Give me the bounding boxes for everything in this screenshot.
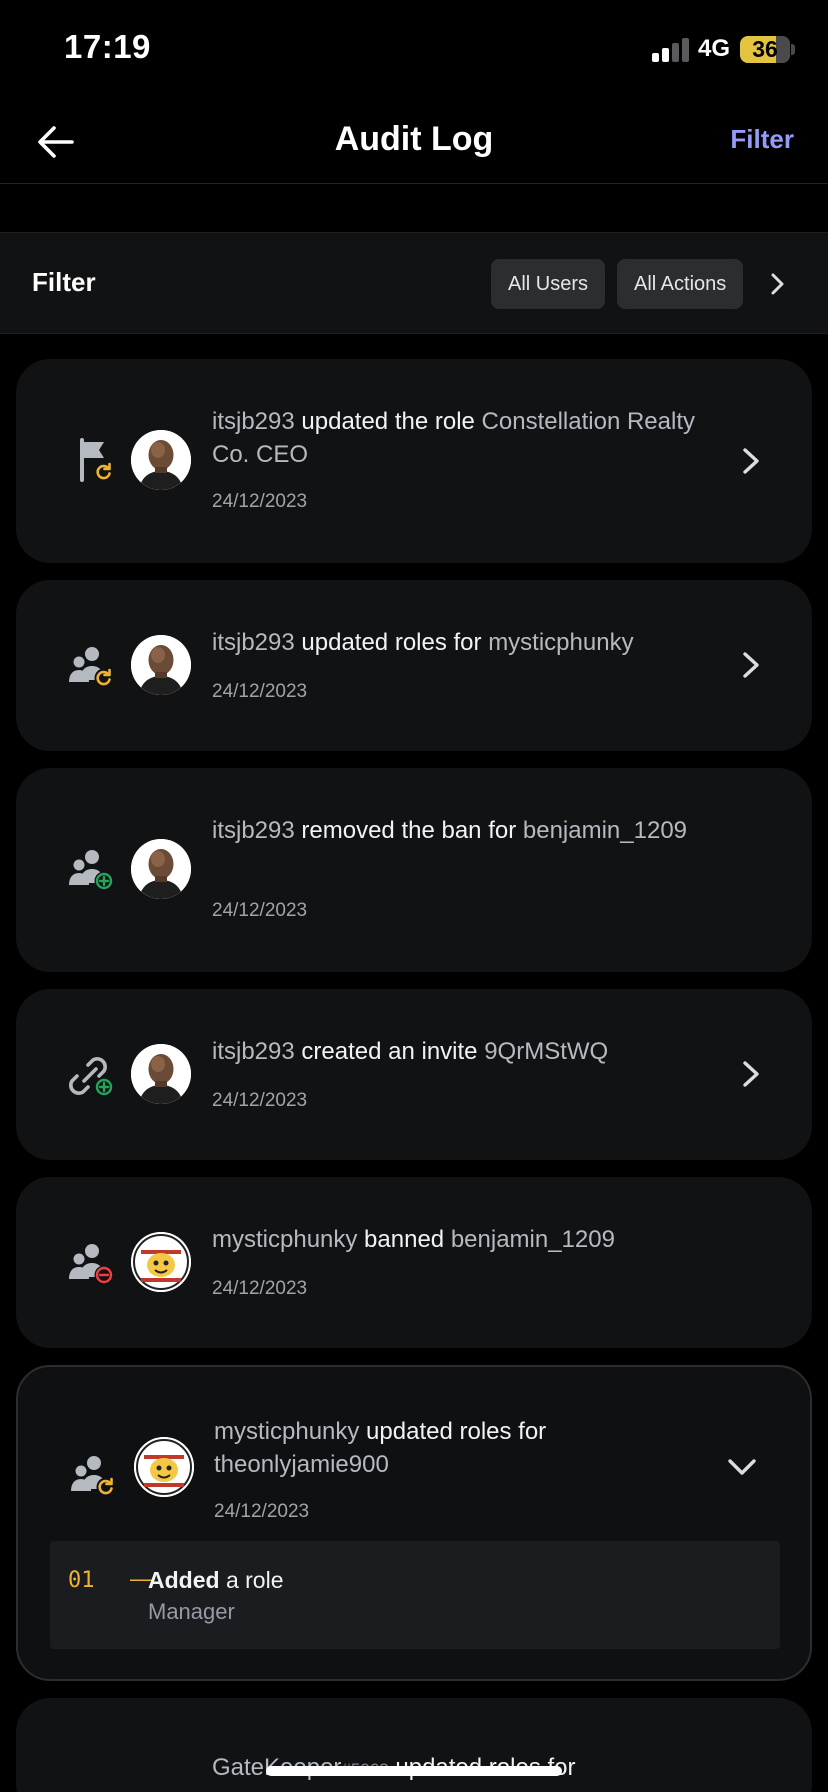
- member-role-update-icon: [71, 1456, 116, 1497]
- avatar[interactable]: [131, 430, 191, 490]
- action-text: updated roles for: [359, 1418, 547, 1445]
- avatar-image: [131, 1044, 191, 1104]
- status-time: 17:19: [64, 28, 151, 65]
- target-name[interactable]: mysticphunky: [488, 629, 633, 656]
- avatar-image: [131, 430, 191, 490]
- entry-date: 24/12/2023: [212, 1278, 308, 1299]
- entry-date: 24/12/2023: [212, 681, 308, 702]
- home-indicator[interactable]: [266, 1766, 562, 1776]
- action-text: updated roles for: [294, 629, 489, 656]
- entry-text: itsjb293 created an invite 9QrMStWQ: [212, 1035, 702, 1068]
- entry-text: itsjb293 updated roles for mysticphunky: [212, 626, 702, 659]
- action-text: updated the role: [294, 408, 482, 435]
- battery-cap: [791, 44, 795, 55]
- avatar[interactable]: [131, 1044, 191, 1104]
- avatar[interactable]: [131, 839, 191, 899]
- audit-log-entry[interactable]: GateKeeper#5963 updated roles for: [16, 1698, 812, 1792]
- entry-date: 24/12/2023: [214, 1501, 310, 1522]
- change-value: Manager: [148, 1599, 235, 1624]
- audit-log-entry-expanded[interactable]: mysticphunky updated roles for theonlyja…: [16, 1365, 812, 1681]
- navigation-bar: Audit Log Filter: [0, 100, 828, 184]
- chevron-right-icon[interactable]: [768, 269, 788, 299]
- change-detail: 01 — Added a role Manager: [50, 1541, 780, 1649]
- entry-date: 24/12/2023: [212, 900, 308, 921]
- change-rest: a role: [219, 1567, 284, 1593]
- signal-strength-icon: [652, 38, 690, 62]
- all-users-chip[interactable]: All Users: [491, 259, 606, 309]
- avatar[interactable]: [131, 635, 191, 695]
- role-update-icon: [80, 438, 114, 482]
- actor-name[interactable]: itsjb293: [212, 817, 295, 844]
- avatar-image: [134, 1437, 194, 1497]
- audit-log-entry[interactable]: mysticphunky banned benjamin_1209 24/12/…: [16, 1177, 812, 1348]
- page-title: Audit Log: [334, 120, 494, 158]
- filter-button[interactable]: Filter: [730, 124, 794, 155]
- chevron-down-icon[interactable]: [723, 1455, 761, 1479]
- target-name[interactable]: 9QrMStWQ: [484, 1038, 608, 1065]
- avatar-image: [131, 839, 191, 899]
- action-text: banned: [357, 1226, 451, 1253]
- actor-name[interactable]: mysticphunky: [212, 1226, 357, 1253]
- network-type: 4G: [698, 35, 731, 62]
- change-text: Added a role: [148, 1567, 284, 1594]
- target-name[interactable]: benjamin_1209: [523, 817, 687, 844]
- target-name[interactable]: theonlyjamie900: [214, 1451, 389, 1478]
- entry-text: itsjb293 removed the ban for benjamin_12…: [212, 814, 702, 847]
- filter-label: Filter: [32, 267, 96, 297]
- actor-name[interactable]: itsjb293: [212, 629, 295, 656]
- battery-icon: 36: [740, 36, 790, 63]
- change-verb: Added: [148, 1567, 220, 1593]
- actor-name[interactable]: itsjb293: [212, 408, 295, 435]
- change-number: 01: [68, 1568, 95, 1593]
- audit-log-entry[interactable]: itsjb293 created an invite 9QrMStWQ 24/1…: [16, 989, 812, 1160]
- avatar[interactable]: [131, 1232, 191, 1292]
- chevron-right-icon[interactable]: [740, 442, 764, 480]
- action-text: created an invite: [294, 1038, 485, 1065]
- action-text: removed the ban for: [294, 817, 523, 844]
- entry-date: 24/12/2023: [212, 1090, 308, 1111]
- actor-name[interactable]: itsjb293: [212, 1038, 295, 1065]
- member-ban-icon: [69, 1244, 114, 1285]
- status-bar: 17:19 4G 36: [0, 0, 828, 100]
- entry-text: mysticphunky banned benjamin_1209: [212, 1223, 702, 1256]
- entry-text: itsjb293 updated the role Constellation …: [212, 405, 702, 471]
- entry-date: 24/12/2023: [212, 491, 308, 512]
- avatar-image: [131, 1232, 191, 1292]
- audit-log-entry[interactable]: itsjb293 removed the ban for benjamin_12…: [16, 768, 812, 972]
- avatar[interactable]: [134, 1437, 194, 1497]
- invite-create-icon: [69, 1057, 114, 1097]
- member-unban-icon: [69, 850, 114, 891]
- entry-text: mysticphunky updated roles for theonlyja…: [214, 1415, 704, 1481]
- avatar-image: [131, 635, 191, 695]
- all-actions-chip[interactable]: All Actions: [617, 259, 744, 309]
- audit-log-entry[interactable]: itsjb293 updated roles for mysticphunky …: [16, 580, 812, 751]
- target-name[interactable]: benjamin_1209: [451, 1226, 615, 1253]
- chevron-right-icon[interactable]: [740, 646, 764, 684]
- member-role-update-icon: [69, 647, 114, 688]
- battery-level: 36: [752, 36, 778, 62]
- actor-name[interactable]: mysticphunky: [214, 1418, 359, 1445]
- chevron-right-icon[interactable]: [740, 1055, 764, 1093]
- audit-log-entry[interactable]: itsjb293 updated the role Constellation …: [16, 359, 812, 563]
- filter-bar: Filter All Users All Actions: [0, 232, 828, 334]
